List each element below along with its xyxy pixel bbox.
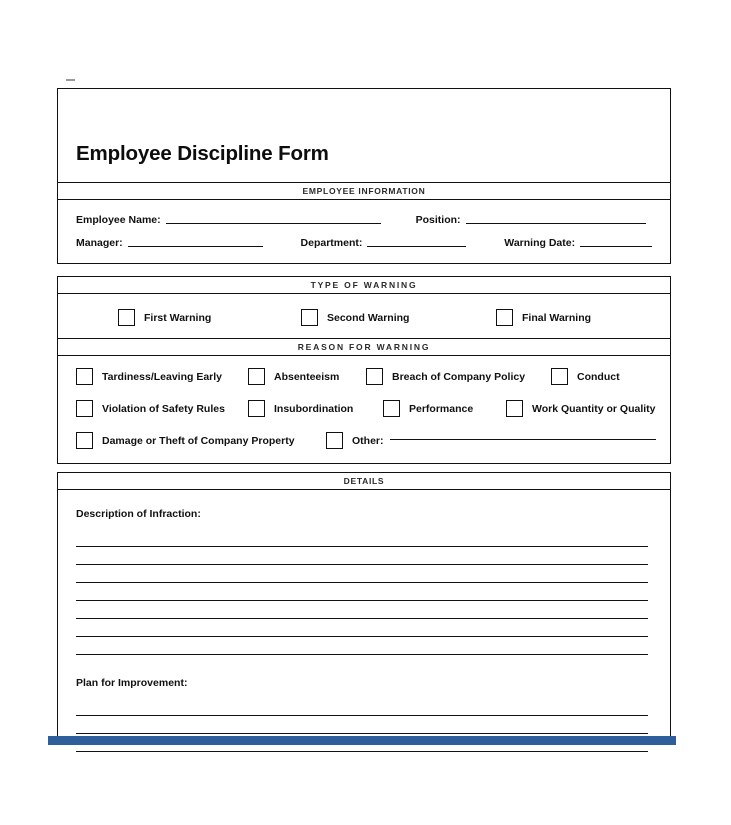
checkbox-box[interactable] (383, 400, 400, 417)
description-of-infraction-label: Description of Infraction: (76, 508, 201, 520)
checkbox-label: Violation of Safety Rules (102, 402, 225, 415)
employee-info-row-1: Employee Name: Position: (76, 214, 652, 226)
reason-row: Tardiness/Leaving Early Absenteeism Brea… (76, 368, 656, 385)
checkbox-box[interactable] (76, 432, 93, 449)
checkbox-breach-of-company-policy[interactable]: Breach of Company Policy (366, 368, 551, 385)
department-label: Department: (300, 237, 363, 249)
manager-label: Manager: (76, 237, 123, 249)
description-of-infraction-input[interactable] (76, 529, 648, 655)
stray-mark (66, 79, 75, 81)
reason-row: Damage or Theft of Company Property Othe… (76, 432, 656, 449)
reason-row: Violation of Safety Rules Insubordinatio… (76, 400, 656, 417)
reason-for-warning-section: REASON FOR WARNING Tardiness/Leaving Ear… (57, 338, 671, 464)
write-line[interactable] (76, 619, 648, 637)
checkbox-box[interactable] (506, 400, 523, 417)
write-line[interactable] (76, 601, 648, 619)
checkbox-label: First Warning (144, 311, 212, 324)
checkbox-tardiness-leaving-early[interactable]: Tardiness/Leaving Early (76, 368, 248, 385)
type-of-warning-body: First Warning Second Warning Final Warni… (57, 294, 671, 342)
checkbox-label: Other: (352, 434, 384, 447)
checkbox-box[interactable] (301, 309, 318, 326)
checkbox-first-warning[interactable]: First Warning (118, 309, 301, 326)
position-input[interactable] (465, 223, 646, 224)
section-header-employee-information: EMPLOYEE INFORMATION (58, 182, 670, 200)
checkbox-label: Second Warning (327, 311, 410, 324)
checkbox-damage-or-theft-of-company-property[interactable]: Damage or Theft of Company Property (76, 432, 326, 449)
section-header-label: TYPE OF WARNING (310, 280, 418, 290)
page-title: Employee Discipline Form (76, 142, 329, 165)
checkbox-box[interactable] (76, 400, 93, 417)
type-of-warning-section: TYPE OF WARNING First Warning Second War… (57, 276, 671, 342)
checkbox-label: Conduct (577, 370, 620, 383)
details-body: Description of Infraction: Plan for Impr… (57, 490, 671, 752)
checkbox-final-warning[interactable]: Final Warning (496, 309, 591, 326)
employee-discipline-form: Employee Discipline Form EMPLOYEE INFORM… (57, 88, 671, 264)
checkbox-label: Absenteeism (274, 370, 340, 383)
checkbox-label: Damage or Theft of Company Property (102, 434, 295, 447)
write-line[interactable] (76, 529, 648, 547)
checkbox-label: Final Warning (522, 311, 592, 324)
section-header-type-of-warning: TYPE OF WARNING (57, 276, 671, 294)
checkbox-second-warning[interactable]: Second Warning (301, 309, 496, 326)
checkbox-box[interactable] (76, 368, 93, 385)
checkbox-label: Insubordination (274, 402, 354, 415)
type-of-warning-options: First Warning Second Warning Final Warni… (58, 294, 670, 341)
section-header-details: DETAILS (57, 472, 671, 490)
checkbox-box[interactable] (118, 309, 135, 326)
form-page: Employee Discipline Form EMPLOYEE INFORM… (0, 0, 731, 825)
write-line[interactable] (76, 637, 648, 655)
checkbox-violation-of-safety-rules[interactable]: Violation of Safety Rules (76, 400, 248, 417)
checkbox-label: Tardiness/Leaving Early (102, 370, 223, 383)
write-line[interactable] (76, 547, 648, 565)
details-group-gap (76, 655, 648, 677)
position-label: Position: (415, 214, 461, 226)
write-line[interactable] (76, 716, 648, 734)
section-header-label: EMPLOYEE INFORMATION (302, 186, 426, 196)
employee-information-fields: Employee Name: Position: Manager: Depart… (58, 200, 670, 263)
checkbox-other[interactable]: Other: (326, 432, 656, 449)
checkbox-box[interactable] (248, 368, 265, 385)
details-section: DETAILS Description of Infraction: Plan … (57, 472, 671, 752)
checkbox-box[interactable] (551, 368, 568, 385)
footer-accent-bar (48, 736, 676, 745)
warning-date-label: Warning Date: (504, 237, 576, 249)
checkbox-performance[interactable]: Performance (383, 400, 506, 417)
description-of-infraction-group: Description of Infraction: (76, 508, 648, 655)
write-line[interactable] (76, 698, 648, 716)
employee-name-input[interactable] (165, 223, 381, 224)
other-reason-input[interactable] (389, 439, 656, 440)
write-line[interactable] (76, 583, 648, 601)
checkbox-work-quantity-or-quality[interactable]: Work Quantity or Quality (506, 400, 656, 417)
form-title-band: Employee Discipline Form (58, 89, 670, 182)
checkbox-label: Work Quantity or Quality (532, 402, 656, 415)
section-header-label: REASON FOR WARNING (297, 342, 431, 352)
reason-for-warning-body: Tardiness/Leaving Early Absenteeism Brea… (57, 356, 671, 464)
checkbox-label: Breach of Company Policy (392, 370, 526, 383)
checkbox-box[interactable] (496, 309, 513, 326)
checkbox-label: Performance (409, 402, 474, 415)
plan-for-improvement-label: Plan for Improvement: (76, 677, 188, 689)
write-line[interactable] (76, 565, 648, 583)
checkbox-conduct[interactable]: Conduct (551, 368, 620, 385)
checkbox-box[interactable] (326, 432, 343, 449)
section-header-reason-for-warning: REASON FOR WARNING (57, 338, 671, 356)
employee-info-row-2: Manager: Department: Warning Date: (76, 237, 652, 249)
checkbox-box[interactable] (248, 400, 265, 417)
section-header-label: DETAILS (343, 476, 385, 486)
checkbox-insubordination[interactable]: Insubordination (248, 400, 383, 417)
manager-input[interactable] (127, 246, 263, 247)
warning-date-input[interactable] (580, 246, 652, 247)
checkbox-box[interactable] (366, 368, 383, 385)
employee-name-label: Employee Name: (76, 214, 161, 226)
checkbox-absenteeism[interactable]: Absenteeism (248, 368, 366, 385)
department-input[interactable] (367, 246, 467, 247)
